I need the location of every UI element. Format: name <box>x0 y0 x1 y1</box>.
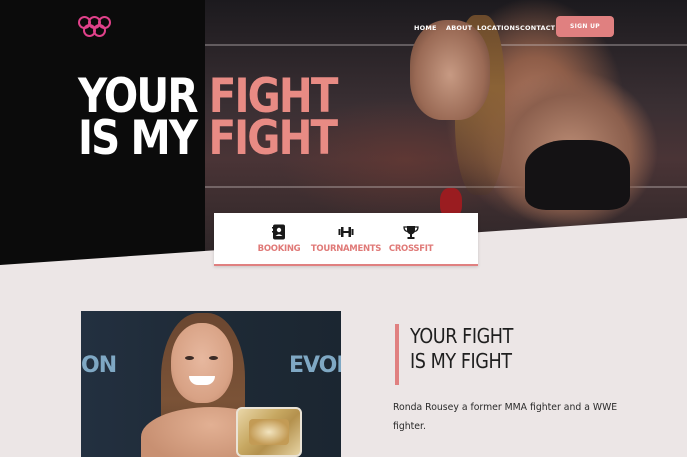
person-eye <box>185 356 194 360</box>
about-title-line: IS MY FIGHT <box>410 349 512 373</box>
person-face <box>171 323 233 403</box>
service-crossfit[interactable]: CROSSFIT <box>388 213 434 263</box>
hero-headline: YOUR FIGHT IS MY FIGHT <box>78 73 338 162</box>
trophy-icon <box>403 224 419 240</box>
fighter-photo: ON EVOL <box>81 311 341 457</box>
logo-icon[interactable] <box>78 16 112 38</box>
service-booking[interactable]: BOOKING <box>257 213 301 263</box>
photo-backdrop-text: EVOL <box>289 353 341 378</box>
service-label: BOOKING <box>257 244 301 254</box>
nav-locations-link[interactable]: LOCATIONS <box>477 24 520 32</box>
person-eye <box>209 356 218 360</box>
service-tournaments[interactable]: TOURNAMENTS <box>310 213 382 263</box>
service-label: CROSSFIT <box>388 244 434 254</box>
about-title-line: YOUR FIGHT <box>410 324 513 348</box>
service-label: TOURNAMENTS <box>310 244 382 254</box>
nav-contact-link[interactable]: CONTACT <box>520 24 555 32</box>
nav-about-link[interactable]: ABOUT <box>446 24 472 32</box>
photo-backdrop-text: ON <box>81 353 117 378</box>
contact-book-icon <box>271 224 287 240</box>
nav-home-link[interactable]: HOME <box>414 24 437 32</box>
services-bar: BOOKING TOURNAMENTS CROSSFIT <box>214 213 478 266</box>
headline-pink: FIGHT <box>208 111 338 166</box>
about-title: YOUR FIGHT IS MY FIGHT <box>410 324 513 374</box>
signup-button[interactable]: SIGN UP <box>556 16 614 37</box>
belt-plate <box>249 419 289 445</box>
about-description: Ronda Rousey a former MMA fighter and a … <box>393 402 618 432</box>
headline-white: IS MY <box>78 111 209 166</box>
dumbbell-icon <box>338 224 354 240</box>
title-accent-bar <box>395 324 399 385</box>
